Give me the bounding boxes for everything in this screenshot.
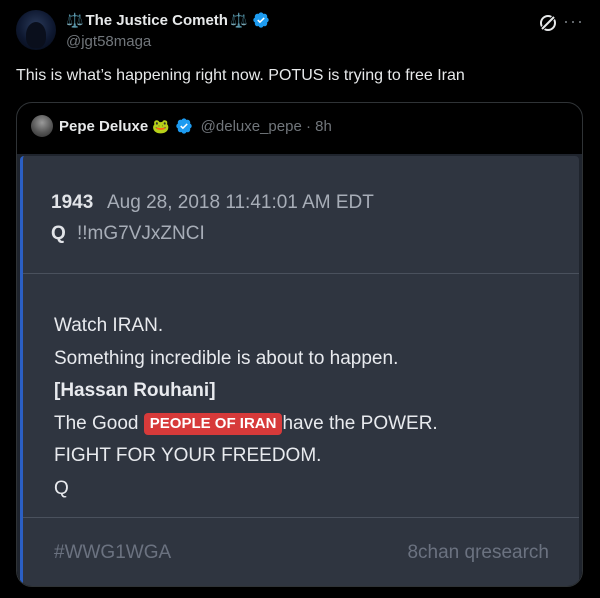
- post-header-divider: [23, 273, 579, 274]
- quote-author-avatar[interactable]: [31, 115, 53, 137]
- frog-emoji: 🐸: [152, 117, 170, 134]
- author-name[interactable]: ⚖️ The Justice Cometh ⚖️: [66, 11, 270, 29]
- quote-handle-time[interactable]: @deluxe_pepe · 8h: [201, 118, 332, 135]
- author-avatar[interactable]: [16, 10, 56, 50]
- q-post-card: 1943 Aug 28, 2018 11:41:01 AM EDT Q !!mG…: [20, 156, 579, 586]
- post-line: FIGHT FOR YOUR FREEDOM.: [54, 445, 322, 466]
- author-display-name[interactable]: The Justice Cometh: [85, 12, 228, 29]
- post-line-start: The Good: [54, 412, 139, 434]
- quote-image[interactable]: 1943 Aug 28, 2018 11:41:01 AM EDT Q !!mG…: [17, 154, 582, 586]
- post-line: Q: [54, 477, 69, 499]
- quote-handle[interactable]: @deluxe_pepe: [201, 118, 302, 135]
- more-icon[interactable]: ···: [563, 11, 584, 32]
- scales-emoji-2: ⚖️: [229, 11, 248, 28]
- scales-emoji: ⚖️: [66, 11, 84, 28]
- post-date: Aug 28, 2018 11:41:01 AM EDT: [107, 192, 374, 213]
- post-tripcode: !!mG7VJxZNCI: [77, 223, 205, 244]
- post-line-highlight: The Good PEOPLE OF IRAN have the POWER.: [54, 408, 438, 441]
- post-line-end: have the POWER.: [282, 412, 438, 434]
- quote-verified-badge-icon: [175, 118, 192, 134]
- author-handle[interactable]: @jgt58maga: [66, 33, 151, 50]
- post-line: [Hassan Rouhani]: [54, 380, 216, 401]
- highlight-badge: PEOPLE OF IRAN: [143, 412, 283, 435]
- post-author-q: Q: [51, 223, 66, 244]
- post-footer-divider: [23, 517, 579, 518]
- quote-author-name[interactable]: Pepe Deluxe: [59, 118, 148, 135]
- tweet-text: This is what’s happening right now. POTU…: [16, 67, 465, 84]
- post-line: Something incredible is about to happen.: [54, 347, 399, 369]
- post-body: Watch IRAN. Something incredible is abou…: [54, 310, 438, 505]
- post-number: 1943: [51, 192, 94, 213]
- grok-icon[interactable]: [538, 13, 558, 33]
- quote-author[interactable]: Pepe Deluxe 🐸 @deluxe_pepe · 8h: [59, 117, 332, 135]
- quote-time[interactable]: 8h: [315, 118, 332, 135]
- post-line: Watch IRAN.: [54, 315, 164, 336]
- quoted-tweet[interactable]: Pepe Deluxe 🐸 @deluxe_pepe · 8h 1943 Aug…: [16, 102, 583, 587]
- post-hashtag: #WWG1WGA: [54, 542, 172, 563]
- post-source: 8chan qresearch: [407, 542, 549, 563]
- verified-badge-icon: [253, 12, 270, 28]
